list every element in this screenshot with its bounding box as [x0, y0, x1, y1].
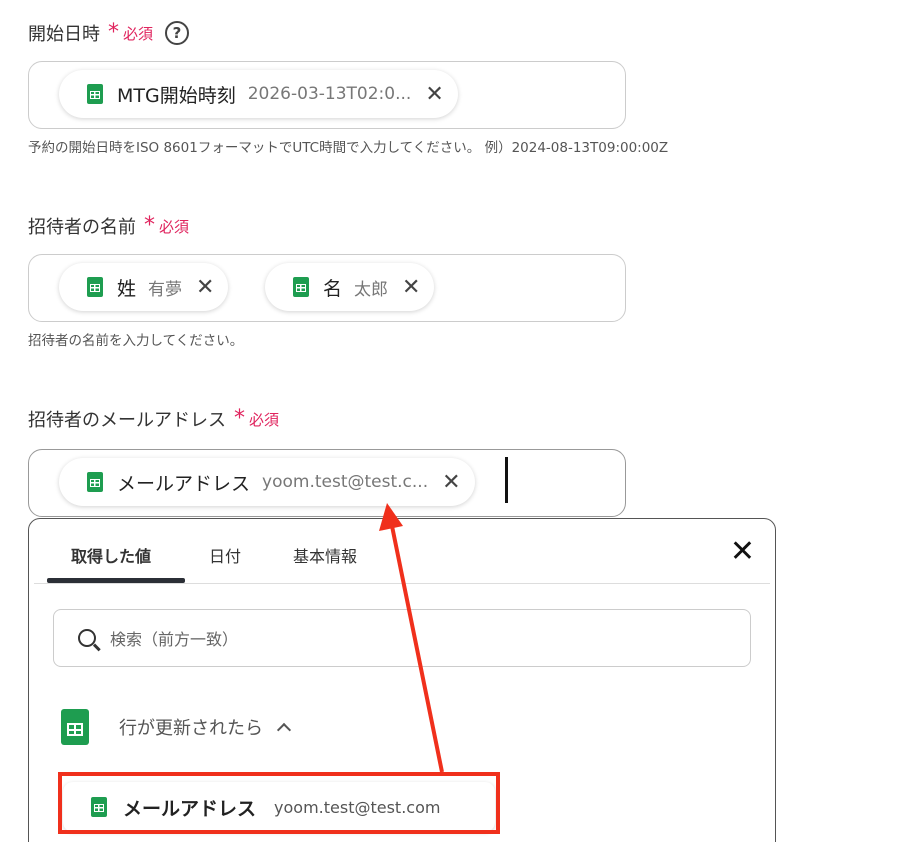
annotation-arrow-icon [379, 503, 444, 773]
